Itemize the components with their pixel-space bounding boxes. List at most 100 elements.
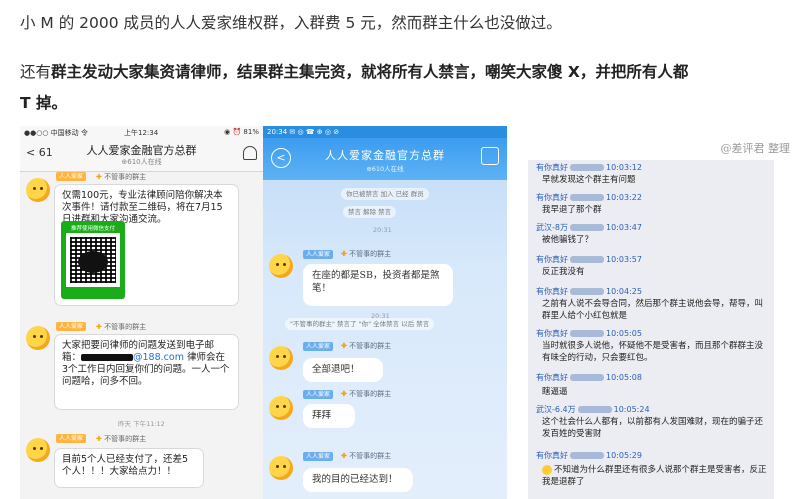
blurred-id xyxy=(570,374,604,381)
message-bubble[interactable]: 目前5个人已经支付了，还差5个人！！！大家给点力！！ xyxy=(54,448,204,488)
log-name: 有你真好 xyxy=(536,255,568,264)
blurred-id xyxy=(569,224,604,231)
log-time: 10:05:24 xyxy=(613,405,650,414)
log-message: 之前有人说不会导合同，然后那个群主说他会导，帮导，叫群里人给个小红包就是 xyxy=(542,299,764,321)
group-menu-icon[interactable] xyxy=(481,147,499,165)
log-name: 武汉-8万 xyxy=(536,223,568,232)
log-message: 不知道为什么群里还有很多人说那个群主是受害者，反正我是退群了 xyxy=(542,464,770,488)
log-time: 10:03:12 xyxy=(606,163,642,172)
owner-avatar[interactable] xyxy=(26,438,50,462)
redacted-email-mark xyxy=(81,354,134,361)
message-text: 在座的都是SB，投资者都是煞笔！ xyxy=(312,270,440,294)
log-header: 有你真好 10:04:25 xyxy=(536,286,642,297)
message-text: 拜拜 xyxy=(312,410,332,421)
role-tag: 人人爱家 xyxy=(56,434,87,443)
owner-avatar[interactable] xyxy=(269,346,293,370)
owner-avatar[interactable] xyxy=(269,396,293,420)
timestamp: 昨天 下午11:12 xyxy=(118,420,165,428)
log-time: 10:05:08 xyxy=(606,373,642,382)
message-bubble[interactable]: 拜拜 xyxy=(303,404,355,428)
blurred-id xyxy=(570,194,604,201)
email-link[interactable]: @188.com xyxy=(133,352,184,363)
role-tag: 人人爱家 xyxy=(303,452,334,461)
sender-name-text: 不管事的群主 xyxy=(104,323,147,331)
sender-name: ✚ 不管事的群主 xyxy=(341,451,391,461)
chat-nav-bar: < 61 人人爱家金融官方总群 ⊕610人在线 xyxy=(20,138,263,172)
log-header: 有你真好 10:05:29 xyxy=(536,450,642,461)
owner-avatar[interactable] xyxy=(26,326,50,350)
wechat-pay-qr-card[interactable]: 推荐使用微信支付 xyxy=(61,221,125,299)
blurred-id xyxy=(570,330,604,337)
credit-caption: @差评君 整理 xyxy=(720,142,791,155)
message-bubble[interactable]: 全部退吧！ xyxy=(303,358,383,382)
group-title: 人人爱家金融官方总群 xyxy=(325,149,445,162)
screenshot-android-group-chat: 20:34 ✉ ◎ ☎ ⊕ ◎ ⊘ < 人人爱家金融官方总群 ⊕610人在线 你… xyxy=(263,126,507,499)
plus-icon: ✚ xyxy=(341,451,347,460)
log-name: 有你真好 xyxy=(536,163,568,172)
log-header: 武汉-6.4万 10:05:24 xyxy=(536,404,650,415)
log-message: 当时就很多人说他，怀疑他不是受害者，而且那个群群主没有味全的行动，只会要红包。 xyxy=(542,341,764,363)
status-time: 上午12:34 xyxy=(124,129,159,137)
log-time: 10:03:57 xyxy=(606,255,642,264)
log-header: 有你真好 10:03:12 xyxy=(536,162,642,173)
article-line-1: 小 M 的 2000 成员的人人爱家维权群，入群费 5 元，然而群主什么也没做过… xyxy=(20,14,562,32)
log-name: 有你真好 xyxy=(536,373,568,382)
group-members-icon[interactable] xyxy=(243,146,257,160)
message-bubble[interactable]: 在座的都是SB，投资者都是煞笔！ xyxy=(303,264,453,306)
message-text: 全部退吧！ xyxy=(312,364,360,375)
blurred-id xyxy=(570,256,604,263)
article-line-2-bold: 群主发动大家集资请律师，结果群主集完资，就将所有人禁言，嘲笑大家傻 X，并把所有… xyxy=(51,63,689,81)
log-name: 有你真好 xyxy=(536,329,568,338)
qr-code-icon xyxy=(66,233,120,287)
log-message: 早就发现这个群主有问题 xyxy=(542,175,636,185)
group-title: 人人爱家金融官方总群 xyxy=(86,144,197,157)
log-header: 武汉-8万 10:03:47 xyxy=(536,222,642,233)
status-bar: 20:34 ✉ ◎ ☎ ⊕ ◎ ⊘ xyxy=(263,126,507,138)
log-time: 10:03:22 xyxy=(606,193,642,202)
sender-name-text: 不管事的群主 xyxy=(349,250,392,258)
sender-name-text: 不管事的群主 xyxy=(104,173,147,181)
sender-name-text: 不管事的群主 xyxy=(349,390,392,398)
chat-nav-bar: < 人人爱家金融官方总群 ⊕610人在线 xyxy=(263,138,507,180)
log-name: 有你真好 xyxy=(536,451,568,460)
log-name: 武汉-6.4万 xyxy=(536,405,576,414)
sender-name: ✚ 不管事的群主 xyxy=(341,389,391,399)
log-header: 有你真好 10:05:05 xyxy=(536,328,642,339)
system-notice: 你已被禁言 加入 已经 群员 xyxy=(341,188,429,200)
log-message: 我早退了那个群 xyxy=(542,205,602,215)
battery-text: ◉ ⏰ 81% xyxy=(224,128,259,136)
owner-avatar[interactable] xyxy=(269,456,293,480)
plus-icon: ✚ xyxy=(341,389,347,398)
log-header: 有你真好 10:03:22 xyxy=(536,192,642,203)
log-time: 10:04:25 xyxy=(606,287,642,296)
log-time: 10:05:05 xyxy=(606,329,642,338)
article-line-2-prefix: 还有 xyxy=(20,63,52,81)
blurred-id xyxy=(577,406,612,413)
message-bubble[interactable]: 大家把要问律师的问题发送到电子邮箱： @188.com 律师会在3个工作日内回复你… xyxy=(54,334,239,410)
role-tag: 人人爱家 xyxy=(303,342,334,351)
log-message: 被他骗钱了？ xyxy=(542,235,594,245)
system-notice: "不管事的群主" 禁言了 "你" 全体禁言 以后 禁言 xyxy=(285,318,435,330)
message-text: 目前5个人已经支付了，还差5个人！！！大家给点力！！ xyxy=(62,454,189,477)
log-name: 有你真好 xyxy=(536,193,568,202)
plus-icon: ✚ xyxy=(341,249,347,258)
log-message-text: 不知道为什么群里还有很多人说那个群主是受害者，反正我是退群了 xyxy=(542,465,767,487)
role-tag: 人人爱家 xyxy=(56,322,87,331)
sender-name: ✚ 不管事的群主 xyxy=(341,341,391,351)
plus-icon: ✚ xyxy=(96,173,102,181)
role-tag: 人人爱家 xyxy=(56,172,87,181)
article-line-3: T 掉。 xyxy=(20,94,67,112)
log-message: 反正我没有 xyxy=(542,267,585,277)
sender-name: ✚ 不管事的群主 xyxy=(96,172,146,182)
pay-title: 推荐使用微信支付 xyxy=(70,226,115,232)
message-bubble[interactable]: 我的目的已经达到！ xyxy=(303,468,413,492)
log-header: 有你真好 10:03:57 xyxy=(536,254,642,265)
log-time: 10:05:29 xyxy=(606,451,642,460)
owner-avatar[interactable] xyxy=(26,178,50,202)
sender-name-text: 不管事的群主 xyxy=(104,435,147,443)
plus-icon: ✚ xyxy=(341,341,347,350)
owner-avatar[interactable] xyxy=(269,254,293,278)
sender-name: ✚ 不管事的群主 xyxy=(341,249,391,259)
system-notice: 禁言 解除 禁言 xyxy=(343,206,397,218)
log-message: 瞎逼逼 xyxy=(542,387,568,397)
